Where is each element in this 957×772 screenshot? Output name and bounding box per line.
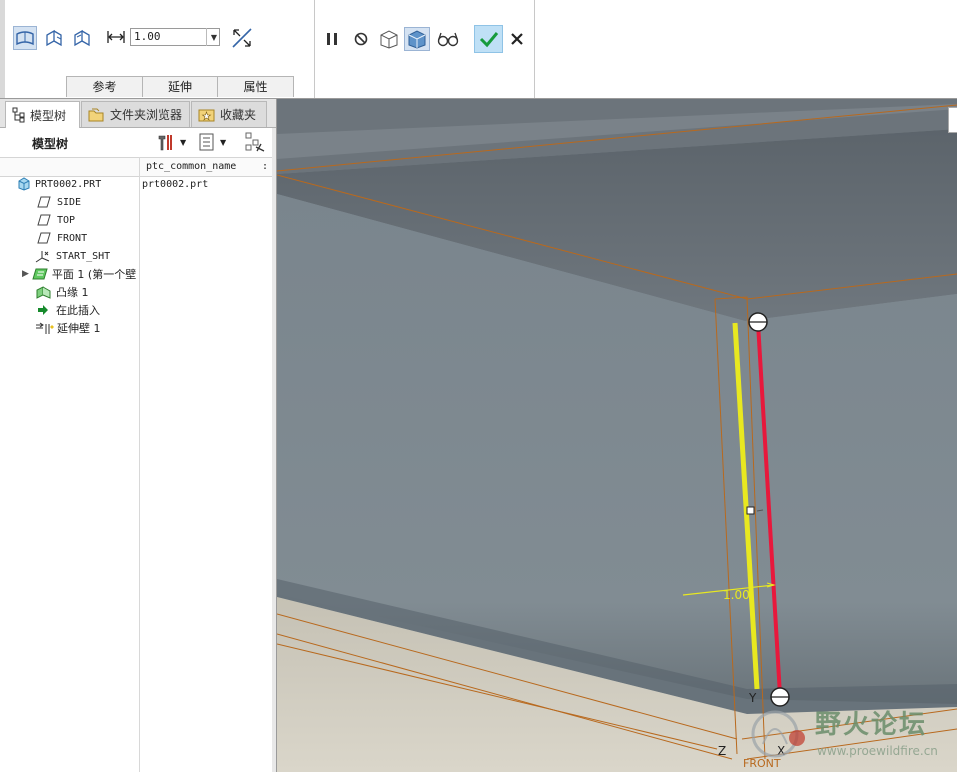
- graphics-window[interactable]: 1.00 Y Z X FRONT 野火论坛 www.proewildfire.c…: [277, 99, 957, 772]
- flip-direction-icon: [232, 28, 252, 48]
- flip-direction-button[interactable]: [230, 26, 254, 50]
- insert-here-arrow-icon: [38, 305, 48, 315]
- panel-scrollbar[interactable]: [272, 128, 276, 772]
- settings-dropdown[interactable]: ▼: [156, 131, 192, 153]
- preview-geometry-icon: [380, 30, 398, 49]
- favorites-icon: [198, 109, 215, 121]
- tree-item-label: 平面 1 (第一个壁: [51, 268, 137, 281]
- tree-item-planar-wall[interactable]: ▶ 平面 1 (第一个壁: [0, 265, 139, 283]
- depth-drag-handle[interactable]: [746, 506, 755, 515]
- preview-feature-button[interactable]: [404, 27, 430, 51]
- column-header-common-name[interactable]: ptc_common_name: [146, 161, 236, 172]
- column-header-more[interactable]: :: [262, 161, 268, 172]
- tab-folder-browser[interactable]: 文件夹浏览器: [81, 101, 190, 127]
- tab-label: 文件夹浏览器: [110, 108, 183, 122]
- pause-icon: [327, 33, 337, 45]
- tab-label: 模型树: [30, 108, 67, 123]
- surface-button[interactable]: [13, 26, 37, 50]
- tree-item-side[interactable]: SIDE: [0, 193, 139, 211]
- extend-wall-icon: [36, 322, 54, 334]
- tree-item-label: 凸缘 1: [56, 286, 89, 299]
- tree-item-extend-wall[interactable]: 延伸壁 1: [0, 319, 139, 337]
- watermark: 野火论坛 www.proewildfire.cn: [745, 704, 950, 764]
- watermark-logo: [751, 710, 805, 758]
- tree-item-flange[interactable]: 凸缘 1: [0, 283, 139, 301]
- tree-item-label: FRONT: [57, 232, 88, 244]
- axis-z-label: Z: [718, 744, 727, 758]
- pause-button[interactable]: [320, 27, 344, 51]
- no-preview-icon: [354, 32, 368, 46]
- cancel-button[interactable]: [505, 27, 529, 51]
- list-icon: [199, 133, 214, 151]
- coordinate-system-icon: [35, 250, 50, 262]
- watermark-url: www.proewildfire.cn: [817, 744, 938, 758]
- watermark-title: 野火论坛: [815, 710, 928, 740]
- tree-item-part[interactable]: PRT0002.PRT: [0, 175, 139, 193]
- preview-geometry-button[interactable]: [377, 27, 401, 51]
- tab-label: 收藏夹: [220, 108, 257, 122]
- tree-item-label: TOP: [57, 214, 76, 226]
- dimension-value[interactable]: 1.00: [723, 588, 750, 602]
- tree-item-label: PRT0002.PRT: [35, 178, 102, 190]
- glasses-icon: [437, 32, 459, 47]
- datum-plane-icon: [37, 232, 51, 244]
- chevron-down-icon: ▼: [180, 137, 187, 147]
- side-two-icon: [74, 29, 90, 47]
- tree-filter-button[interactable]: [244, 131, 266, 153]
- model-tree-icon: [12, 107, 25, 123]
- separator: [314, 0, 315, 98]
- side-two-button[interactable]: [70, 26, 94, 50]
- tree-item-start-sht[interactable]: START_SHT: [0, 247, 139, 265]
- chevron-down-icon: ▼: [220, 137, 227, 147]
- verify-button[interactable]: [435, 27, 461, 51]
- axis-y-label: Y: [749, 691, 757, 705]
- folder-browser-icon: [88, 108, 104, 121]
- no-preview-button[interactable]: [349, 27, 373, 51]
- surface-icon: [16, 31, 34, 46]
- tools-icon: [158, 135, 172, 151]
- dashboard-edge: [0, 0, 5, 98]
- depth-icon: [106, 28, 126, 46]
- column-divider: [139, 157, 140, 772]
- filter-icon: [245, 132, 265, 152]
- ok-button[interactable]: [474, 25, 503, 53]
- side-one-icon: [46, 29, 62, 47]
- side-one-button[interactable]: [42, 26, 66, 50]
- tree-item-top[interactable]: TOP: [0, 211, 139, 229]
- tree-item-label: START_SHT: [56, 250, 111, 262]
- flange-icon: [36, 285, 51, 299]
- show-dropdown[interactable]: ▼: [198, 131, 234, 153]
- viewport-corner-button[interactable]: [948, 107, 957, 133]
- datum-plane-icon: [37, 196, 51, 208]
- model-view: [277, 99, 957, 772]
- tree-item-insert-here[interactable]: 在此插入: [0, 301, 139, 319]
- sheetmetal-wall-icon: [32, 268, 48, 280]
- tree-item-label: SIDE: [57, 196, 82, 208]
- tab-favorites[interactable]: 收藏夹: [191, 101, 267, 127]
- close-icon: [511, 33, 523, 45]
- tab-model-tree[interactable]: 模型树: [5, 101, 80, 128]
- part-icon: [18, 177, 30, 191]
- tree-title: 模型树: [32, 137, 69, 151]
- check-icon: [479, 32, 498, 48]
- separator: [534, 0, 535, 98]
- tab-properties[interactable]: 属性: [217, 76, 294, 97]
- preview-feature-icon: [408, 30, 426, 49]
- tab-extend[interactable]: 延伸: [142, 76, 218, 97]
- datum-plane-icon: [37, 214, 51, 226]
- common-name-value: prt0002.prt: [142, 179, 209, 190]
- expand-arrow-icon[interactable]: ▶: [22, 269, 29, 279]
- tree-item-front[interactable]: FRONT: [0, 229, 139, 247]
- chevron-down-icon[interactable]: ▼: [206, 28, 221, 46]
- tree-item-label: 延伸壁 1: [57, 322, 101, 335]
- tab-references[interactable]: 参考: [66, 76, 143, 97]
- tree-item-label: 在此插入: [56, 304, 100, 317]
